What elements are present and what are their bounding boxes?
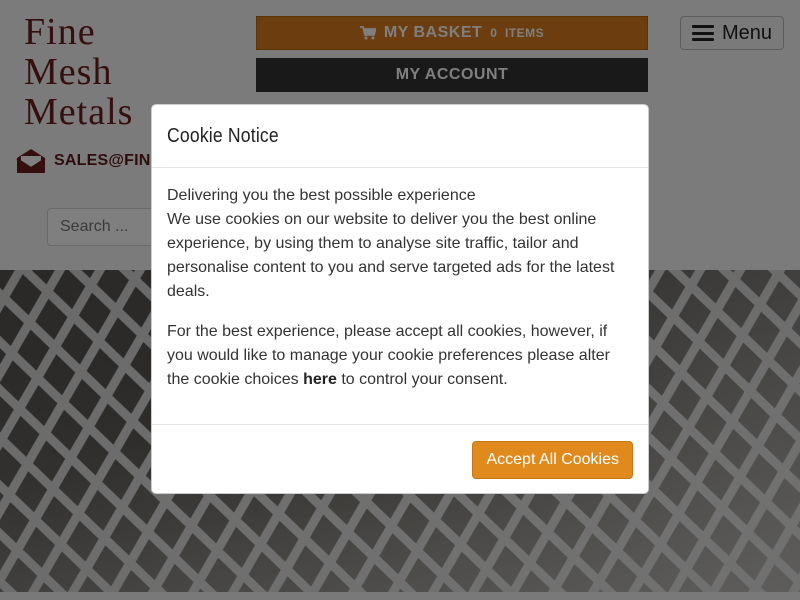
cookie-notice-dialog: Cookie Notice Delivering you the best po… bbox=[151, 104, 649, 494]
cookie-notice-title: Cookie Notice bbox=[167, 124, 279, 147]
accept-all-cookies-button[interactable]: Accept All Cookies bbox=[472, 440, 633, 479]
modal-header: Cookie Notice bbox=[152, 105, 648, 168]
modal-body: Delivering you the best possible experie… bbox=[152, 168, 648, 425]
cookie-preferences-link[interactable]: here bbox=[303, 371, 337, 388]
cookie-consent-paragraph: For the best experience, please accept a… bbox=[167, 320, 633, 392]
cookie-consent-text-end: to control your consent. bbox=[336, 371, 508, 388]
cookie-intro-heading: Delivering you the best possible experie… bbox=[167, 187, 476, 204]
cookie-intro-paragraph: Delivering you the best possible experie… bbox=[167, 184, 633, 304]
cookie-intro-text: We use cookies on our website to deliver… bbox=[167, 211, 615, 300]
modal-footer: Accept All Cookies bbox=[152, 425, 648, 494]
